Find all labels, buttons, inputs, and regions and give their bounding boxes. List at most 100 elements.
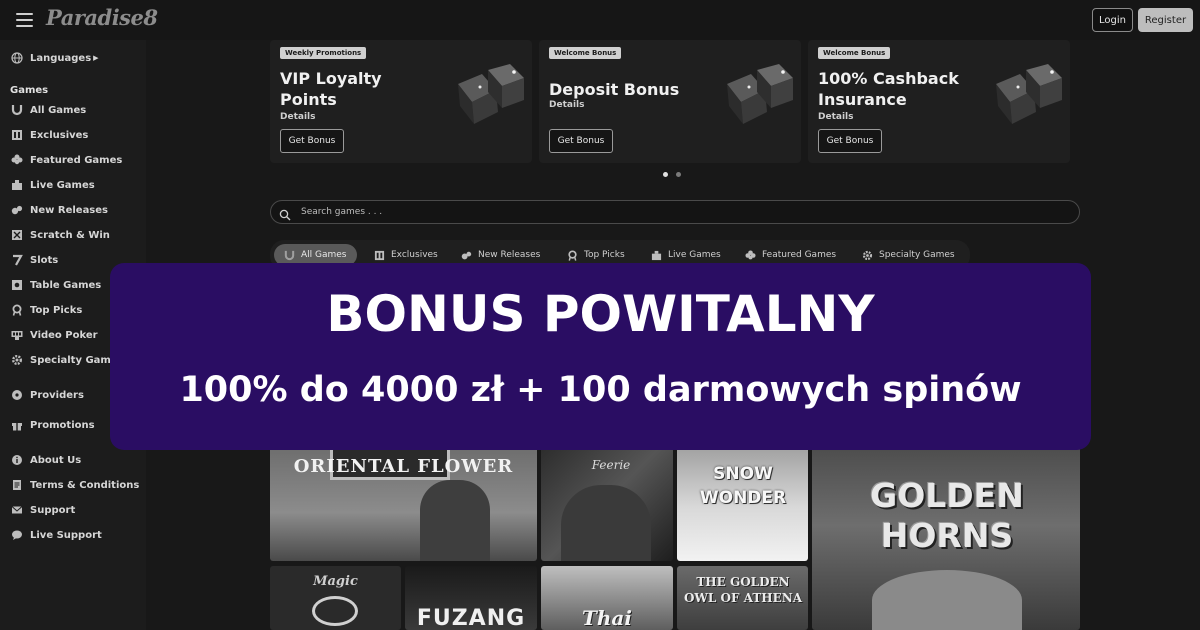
promo-tag: Welcome Bonus bbox=[818, 47, 891, 59]
award-icon bbox=[10, 303, 24, 317]
welcome-bonus-banner: BONUS POWITALNY 100% do 4000 zł + 100 da… bbox=[110, 263, 1091, 450]
promo-title: VIP Loyalty Points bbox=[280, 69, 382, 109]
game-tile-art bbox=[420, 480, 490, 561]
promo-title: Deposit Bonus bbox=[549, 80, 680, 99]
tab-label: Exclusives bbox=[391, 250, 438, 260]
tab-label: Specialty Games bbox=[879, 250, 955, 260]
game-title: GOLDEN HORNS bbox=[870, 476, 1024, 555]
game-tile[interactable]: Thai bbox=[541, 566, 673, 630]
carousel-dot-active[interactable] bbox=[663, 172, 668, 177]
tab-label: All Games bbox=[301, 250, 347, 260]
sidebar-item-providers[interactable]: Providers bbox=[10, 385, 84, 405]
sidebar-item-label: Languages bbox=[30, 52, 92, 64]
sidebar-item-label: Slots bbox=[30, 254, 59, 266]
table-icon bbox=[10, 278, 24, 292]
sidebar-item-label: Table Games bbox=[30, 279, 102, 291]
caret-right-icon: ▶ bbox=[93, 54, 99, 62]
clover-icon bbox=[10, 153, 24, 167]
game-tile[interactable]: THE GOLDEN OWL OF ATHENA bbox=[677, 566, 808, 630]
hamburger-menu-icon[interactable] bbox=[16, 13, 33, 27]
promo-tag: Weekly Promotions bbox=[280, 47, 367, 59]
live-icon bbox=[10, 178, 24, 192]
sidebar-item-live-games[interactable]: Live Games bbox=[10, 175, 95, 195]
sidebar-item-about-us[interactable]: About Us bbox=[10, 450, 81, 470]
sidebar-item-slots[interactable]: Slots bbox=[10, 250, 58, 270]
carousel-dot[interactable] bbox=[676, 172, 681, 177]
sidebar-item-promotions[interactable]: Promotions bbox=[10, 415, 95, 435]
sidebar-item-all-games[interactable]: All Games bbox=[10, 100, 86, 120]
award-icon bbox=[565, 248, 579, 262]
promo-details-link[interactable]: Details bbox=[549, 100, 584, 110]
game-tile-art bbox=[872, 570, 1022, 630]
globe-icon bbox=[10, 51, 24, 65]
sidebar-item-label: Video Poker bbox=[30, 329, 98, 341]
game-tile[interactable]: ORIENTAL FLOWER bbox=[270, 440, 537, 561]
sidebar-item-top-picks[interactable]: Top Picks bbox=[10, 300, 82, 320]
game-title: Magic bbox=[313, 574, 358, 589]
eye-icon bbox=[312, 596, 358, 626]
game-title: SNOW WONDER bbox=[699, 464, 787, 508]
promo-details-link[interactable]: Details bbox=[818, 112, 853, 122]
sidebar-item-terms[interactable]: Terms & Conditions bbox=[10, 475, 139, 495]
promo-details-link[interactable]: Details bbox=[280, 112, 315, 122]
game-title: ORIENTAL FLOWER bbox=[293, 456, 514, 477]
gear-icon bbox=[860, 248, 874, 262]
providers-icon bbox=[10, 388, 24, 402]
top-bar: Paradise8 Login Register bbox=[0, 0, 1200, 40]
game-title: Feerie bbox=[591, 458, 631, 472]
tab-label: Top Picks bbox=[584, 250, 625, 260]
promo-card: Welcome Bonus 100% Cashback Insurance De… bbox=[808, 40, 1070, 163]
sidebar-item-table-games[interactable]: Table Games bbox=[10, 275, 101, 295]
game-tile[interactable]: Magic bbox=[270, 566, 401, 630]
get-bonus-button[interactable]: Get Bonus bbox=[818, 129, 882, 153]
game-tile[interactable]: FUZANG bbox=[405, 566, 537, 630]
horseshoe-icon bbox=[282, 248, 296, 262]
new-icon bbox=[459, 248, 473, 262]
horseshoe-icon bbox=[10, 103, 24, 117]
search-bar bbox=[270, 200, 1080, 224]
sidebar-item-featured-games[interactable]: Featured Games bbox=[10, 150, 122, 170]
sidebar-item-exclusives[interactable]: Exclusives bbox=[10, 125, 88, 145]
sidebar-item-label: Scratch & Win bbox=[30, 229, 110, 241]
sidebar-item-label: All Games bbox=[30, 104, 87, 116]
sidebar-item-label: Promotions bbox=[30, 419, 95, 431]
sidebar-item-label: About Us bbox=[30, 454, 82, 466]
game-tile[interactable]: GOLDEN HORNS bbox=[812, 440, 1080, 630]
sidebar-item-live-support[interactable]: Live Support bbox=[10, 525, 102, 545]
get-bonus-button[interactable]: Get Bonus bbox=[549, 129, 613, 153]
info-icon bbox=[10, 453, 24, 467]
sidebar-item-support[interactable]: Support bbox=[10, 500, 75, 520]
poker-icon bbox=[10, 328, 24, 342]
document-icon bbox=[10, 478, 24, 492]
game-tile-art bbox=[561, 485, 651, 561]
sidebar-item-languages[interactable]: Languages ▶ bbox=[10, 48, 99, 68]
carousel-dots bbox=[663, 172, 689, 177]
sidebar-item-label: Exclusives bbox=[30, 129, 89, 141]
sidebar-item-label: Support bbox=[30, 504, 76, 516]
gear-icon bbox=[10, 353, 24, 367]
register-button[interactable]: Register bbox=[1138, 8, 1193, 32]
promo-title: 100% Cashback Insurance bbox=[818, 69, 959, 109]
site-logo[interactable]: Paradise8 bbox=[46, 5, 158, 30]
dice-icon bbox=[996, 64, 1062, 124]
gift-icon bbox=[10, 418, 24, 432]
search-input[interactable] bbox=[301, 204, 1061, 220]
exclusive-icon bbox=[10, 128, 24, 142]
chat-icon bbox=[10, 528, 24, 542]
sidebar-item-scratch-win[interactable]: Scratch & Win bbox=[10, 225, 110, 245]
get-bonus-button[interactable]: Get Bonus bbox=[280, 129, 344, 153]
sidebar-item-specialty-games[interactable]: Specialty Games bbox=[10, 350, 124, 370]
game-tile[interactable]: Feerie bbox=[541, 440, 673, 561]
sidebar-item-new-releases[interactable]: New Releases bbox=[10, 200, 108, 220]
game-title: Thai bbox=[582, 606, 632, 630]
tab-label: Live Games bbox=[668, 250, 721, 260]
tab-label: New Releases bbox=[478, 250, 541, 260]
scratch-icon bbox=[10, 228, 24, 242]
sidebar-item-label: New Releases bbox=[30, 204, 108, 216]
promo-card: Weekly Promotions VIP Loyalty Points Det… bbox=[270, 40, 532, 163]
sidebar-item-label: Providers bbox=[30, 389, 84, 401]
sidebar-item-video-poker[interactable]: Video Poker bbox=[10, 325, 98, 345]
new-icon bbox=[10, 203, 24, 217]
login-button[interactable]: Login bbox=[1092, 8, 1133, 32]
game-tile[interactable]: SNOW WONDER bbox=[677, 440, 808, 561]
